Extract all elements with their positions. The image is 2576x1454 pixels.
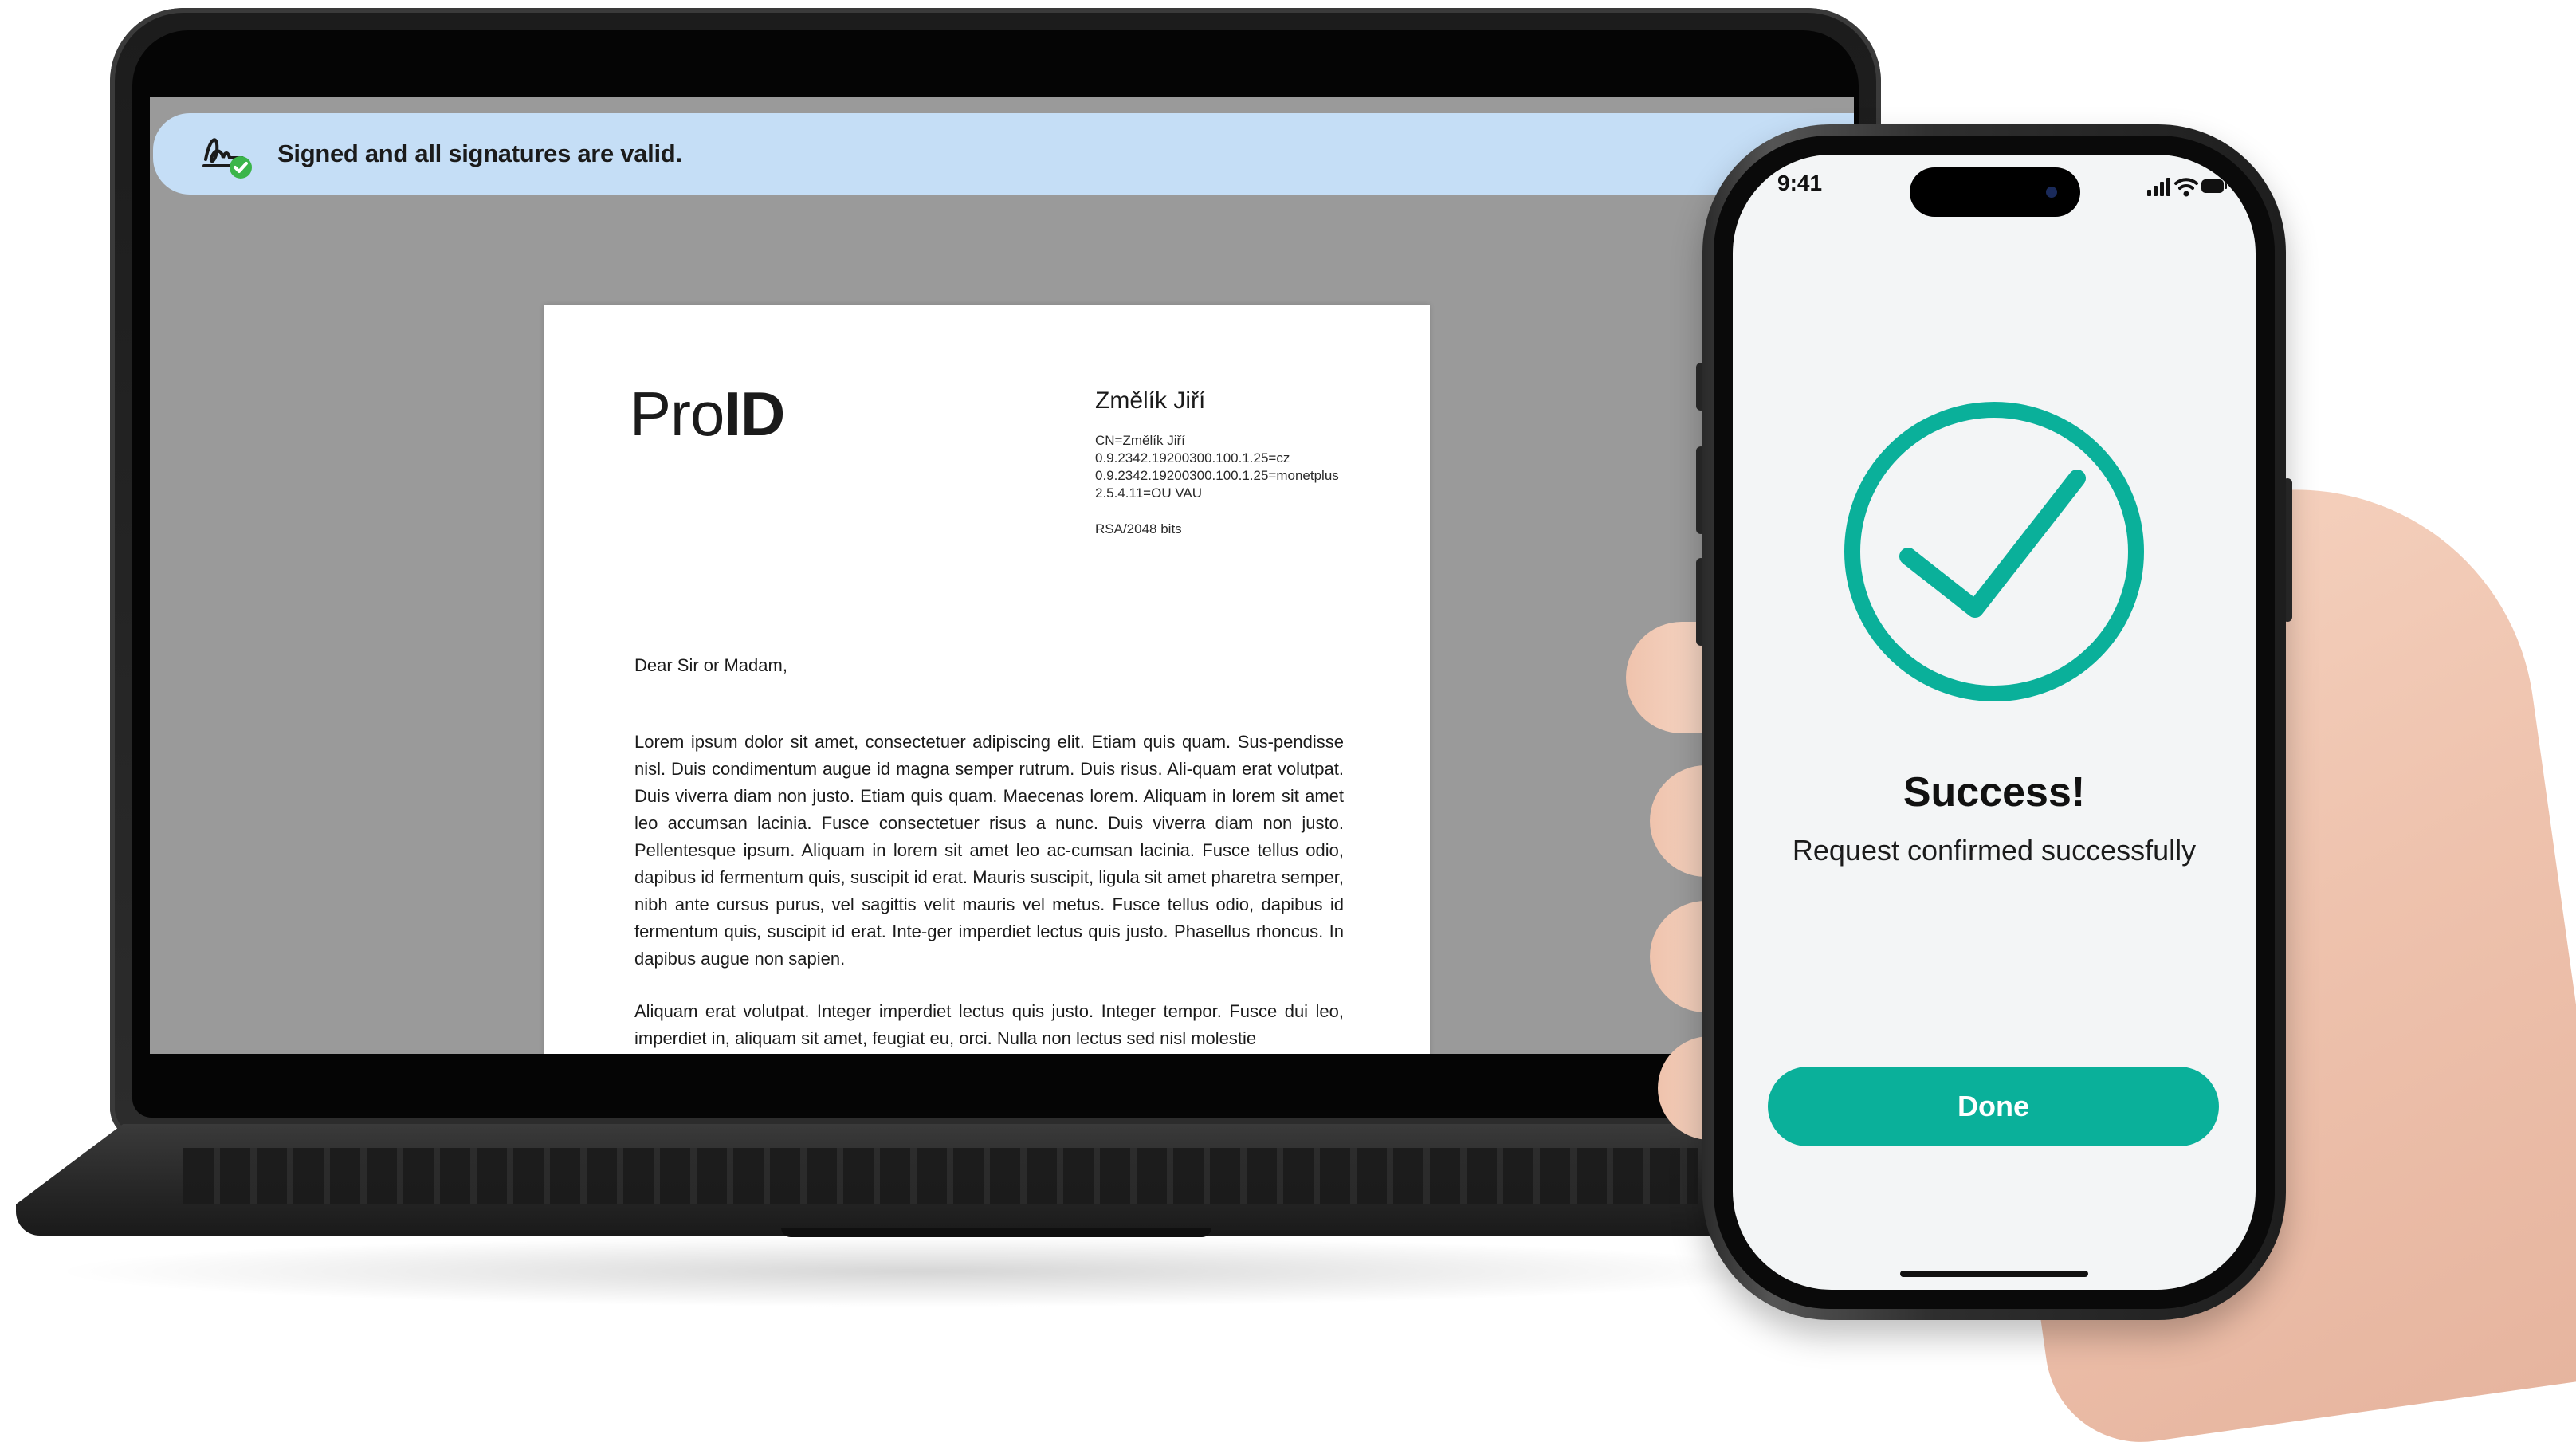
certificate-details: CN=Změlík Jiří 0.9.2342.19200300.100.1.2… <box>1095 432 1339 502</box>
success-title: Success! <box>1903 769 2086 815</box>
signature-status-banner: Signed and all signatures are valid. <box>153 113 1854 195</box>
cert-line: 0.9.2342.19200300.100.1.25=monetplus <box>1095 468 1339 483</box>
done-button[interactable]: Done <box>1768 1067 2219 1146</box>
dynamic-island <box>1910 167 2080 217</box>
laptop-keyboard <box>183 1148 1698 1204</box>
letter-salutation: Dear Sir or Madam, <box>634 655 787 675</box>
proid-logo: ProID <box>630 379 785 449</box>
status-time: 9:41 <box>1777 171 1823 195</box>
laptop-screen: Signed and all signatures are valid. Pro… <box>150 97 1854 1054</box>
success-message: Request confirmed successfully <box>1792 834 2197 867</box>
letter-paragraph: Lorem ipsum dolor sit amet, consectetuer… <box>634 732 1344 969</box>
wifi-icon <box>2174 178 2198 197</box>
cert-line: 2.5.4.11=OU VAU <box>1095 485 1203 501</box>
home-indicator[interactable] <box>1900 1271 2088 1277</box>
laptop-hinge <box>781 1228 1211 1237</box>
document-page: ProID Změlík Jiří CN=Změlík Jiří 0.9.234… <box>544 305 1430 1054</box>
laptop-shadow <box>48 1236 1801 1307</box>
status-icons <box>2147 175 2227 198</box>
cert-line: CN=Změlík Jiří <box>1095 433 1185 448</box>
check-circle-icon <box>1838 395 2150 708</box>
key-info: RSA/2048 bits <box>1095 521 1182 536</box>
signature-status-text: Signed and all signatures are valid. <box>277 140 682 167</box>
battery-icon <box>2201 179 2227 193</box>
cellular-signal-icon <box>2147 178 2170 196</box>
phone-screen: 9:41 Success! Request confirmed successf… <box>1733 155 2256 1290</box>
cert-line: 0.9.2342.19200300.100.1.25=cz <box>1095 450 1290 466</box>
signer-name: Změlík Jiří <box>1095 387 1206 414</box>
letter-paragraph: Aliquam erat volutpat. Integer imperdiet… <box>634 1001 1344 1048</box>
signature-check-icon <box>201 128 258 182</box>
